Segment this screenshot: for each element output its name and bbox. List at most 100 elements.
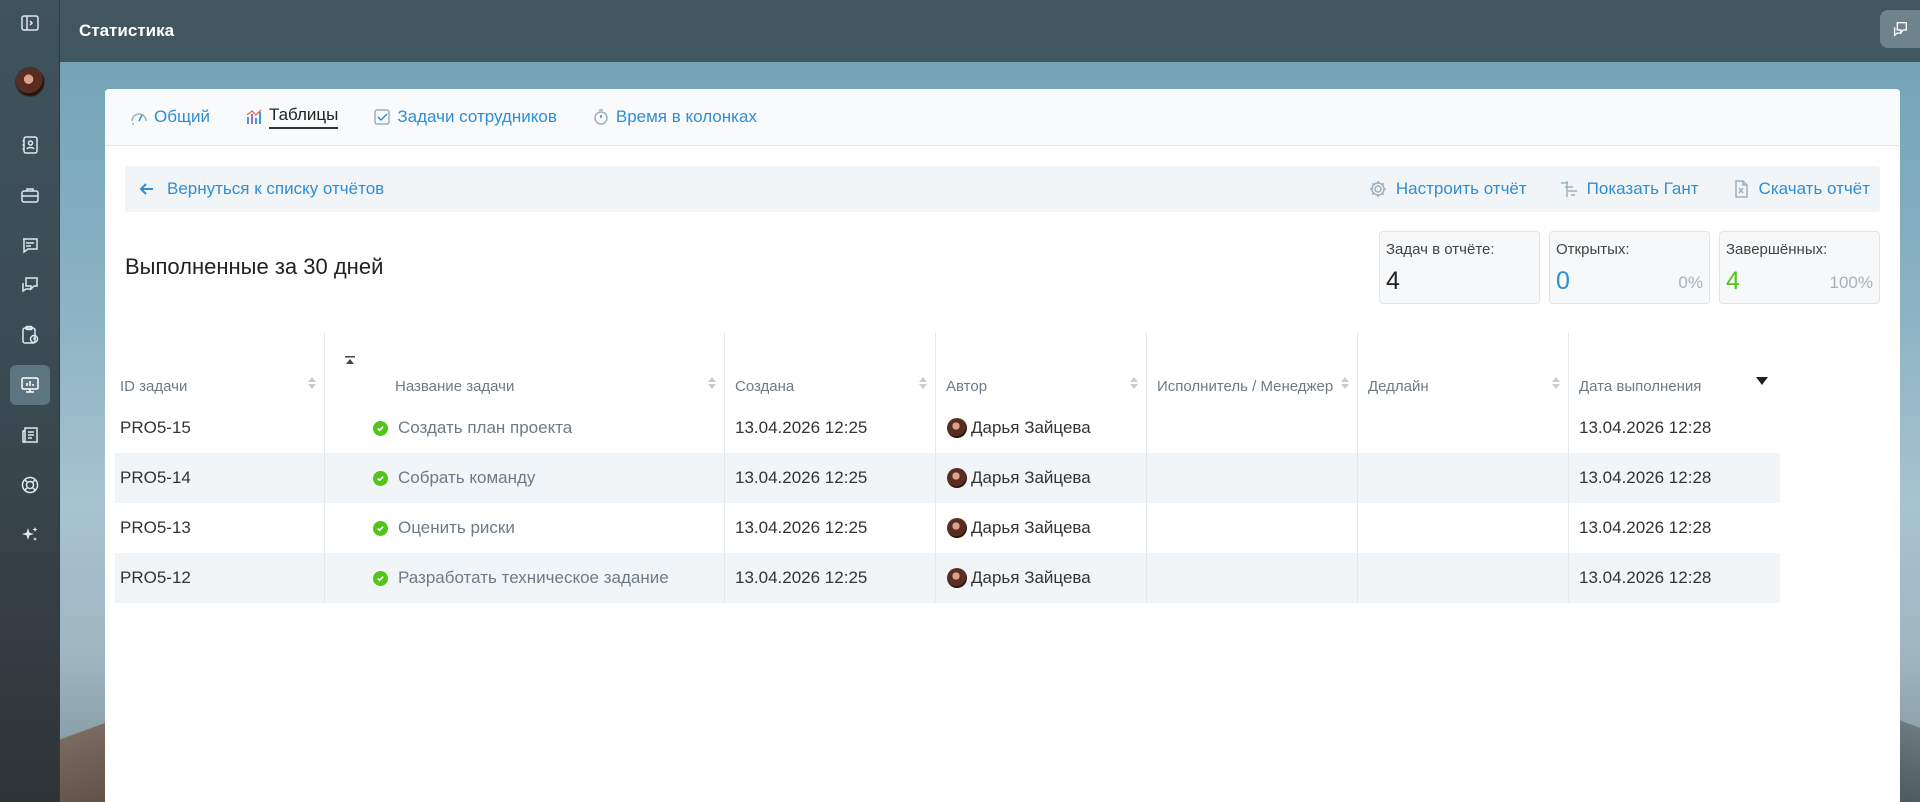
sort-icon xyxy=(1130,377,1138,389)
statistics-icon[interactable] xyxy=(10,365,50,405)
author-name: Дарья Зайцева xyxy=(971,418,1091,437)
stat-label: Открытых: xyxy=(1556,241,1630,258)
tab-time-in-columns[interactable]: Время в колонках xyxy=(591,89,757,146)
topbar: Статистика xyxy=(60,0,1920,62)
background-mountain xyxy=(1900,692,1920,802)
task-name-label[interactable]: Оценить риски xyxy=(398,518,515,538)
author-avatar xyxy=(947,468,967,488)
column-label: Название задачи xyxy=(395,378,515,395)
cell-task-name[interactable]: Собрать команду xyxy=(325,453,725,503)
tab-employee-tasks[interactable]: Задачи сотрудников xyxy=(372,89,557,146)
task-name-label[interactable]: Создать план проекта xyxy=(398,418,572,438)
author-name: Дарья Зайцева xyxy=(971,518,1091,537)
cell-created: 13.04.2026 12:25 xyxy=(725,403,936,453)
documents-icon[interactable] xyxy=(10,415,50,455)
cell-deadline xyxy=(1358,403,1569,453)
author-avatar xyxy=(947,418,967,438)
cell-done-date: 13.04.2026 12:28 xyxy=(1579,518,1712,537)
table-row[interactable]: PRO5-15 Создать план проекта 13.04.2026 … xyxy=(115,403,1780,453)
task-name-label[interactable]: Разработать техническое задание xyxy=(398,568,669,588)
cell-task-name[interactable]: Создать план проекта xyxy=(325,403,725,453)
cell-created: 13.04.2026 12:25 xyxy=(725,553,936,603)
task-schedule-icon[interactable] xyxy=(10,315,50,355)
back-to-reports-link[interactable]: Вернуться к списку отчётов xyxy=(137,179,384,199)
sort-icon xyxy=(708,377,716,389)
tab-general[interactable]: Общий xyxy=(129,89,210,146)
column-label: Дедлайн xyxy=(1368,378,1429,395)
report-title: Выполненные за 30 дней xyxy=(125,254,384,279)
completed-check-icon xyxy=(373,470,388,486)
column-label: Автор xyxy=(946,378,988,395)
stat-total: Задач в отчёте: 4 xyxy=(1379,231,1540,304)
configure-report-button[interactable]: Настроить отчёт xyxy=(1368,179,1527,199)
chat-toggle-button[interactable] xyxy=(1880,10,1920,48)
download-label: Скачать отчёт xyxy=(1758,179,1870,198)
cell-assignee xyxy=(1147,503,1358,553)
contacts-icon[interactable] xyxy=(10,125,50,165)
stat-open: Открытых: 0 0% xyxy=(1549,231,1710,304)
messages-icon[interactable] xyxy=(10,265,50,305)
column-header-assignee[interactable]: Исполнитель / Менеджер xyxy=(1147,333,1358,403)
cell-id: PRO5-14 xyxy=(115,453,325,503)
column-label: Создана xyxy=(735,378,795,395)
table-header: ID задачи Название задачи Создана Автор … xyxy=(115,333,1780,403)
completed-check-icon xyxy=(373,570,388,586)
cell-id: PRO5-15 xyxy=(115,403,325,453)
stat-percent: 0% xyxy=(1678,273,1703,292)
sort-icon xyxy=(919,377,927,389)
user-avatar[interactable] xyxy=(10,62,50,102)
report-toolbar: Вернуться к списку отчётов Настроить отч… xyxy=(125,166,1880,212)
gantt-label: Показать Гант xyxy=(1586,179,1699,198)
page-title: Статистика xyxy=(79,21,175,40)
support-icon[interactable] xyxy=(10,465,50,505)
cell-deadline xyxy=(1358,503,1569,553)
cell-assignee xyxy=(1147,453,1358,503)
stat-done: Завершённых: 4 100% xyxy=(1719,231,1880,304)
cell-task-name[interactable]: Оценить риски xyxy=(325,503,725,553)
sort-icon xyxy=(1341,377,1349,389)
table-row[interactable]: PRO5-14 Собрать команду 13.04.2026 12:25… xyxy=(115,453,1780,503)
show-gantt-button[interactable]: Показать Гант xyxy=(1559,179,1699,199)
column-header-created[interactable]: Создана xyxy=(725,333,936,403)
author-avatar xyxy=(947,518,967,538)
cell-done-date: 13.04.2026 12:28 xyxy=(1579,568,1712,587)
tab-label: Общий xyxy=(154,107,210,126)
stopwatch-icon xyxy=(594,109,608,125)
back-label: Вернуться к списку отчётов xyxy=(167,179,385,198)
stat-value: 0 xyxy=(1556,267,1570,295)
chat-icon[interactable] xyxy=(10,225,50,265)
task-name-label[interactable]: Собрать команду xyxy=(398,468,535,488)
gear-icon xyxy=(1369,181,1386,197)
configure-label: Настроить отчёт xyxy=(1395,179,1527,198)
report-stats: Задач в отчёте: 4 Открытых: 0 0% Завершё… xyxy=(1379,231,1880,304)
stat-value: 4 xyxy=(1726,267,1740,295)
arrow-left-icon xyxy=(139,183,153,195)
collapse-top-icon[interactable] xyxy=(344,355,356,367)
column-header-done-date[interactable]: Дата выполнения xyxy=(1569,333,1780,403)
cell-task-name[interactable]: Разработать техническое задание xyxy=(325,553,725,603)
column-header-id[interactable]: ID задачи xyxy=(115,333,325,403)
sparkle-ai-icon[interactable] xyxy=(10,515,50,555)
cell-id: PRO5-12 xyxy=(115,553,325,603)
briefcase-icon[interactable] xyxy=(10,175,50,215)
cell-created: 13.04.2026 12:25 xyxy=(725,503,936,553)
checkbox-icon xyxy=(374,109,391,125)
excel-file-icon xyxy=(1734,180,1748,198)
tab-label: Время в колонках xyxy=(615,107,757,126)
column-header-author[interactable]: Автор xyxy=(936,333,1147,403)
cell-done-date: 13.04.2026 12:28 xyxy=(1579,468,1712,487)
report-card: Общий Таблицы Задачи сотрудников Время в… xyxy=(105,89,1900,802)
toggle-sidebar-icon[interactable] xyxy=(10,3,50,43)
download-report-button[interactable]: Скачать отчёт xyxy=(1731,179,1870,199)
author-avatar xyxy=(947,568,967,588)
table-row[interactable]: PRO5-12 Разработать техническое задание … xyxy=(115,553,1780,603)
tab-tables[interactable]: Таблицы xyxy=(244,89,339,146)
completed-check-icon xyxy=(373,420,388,436)
column-header-deadline[interactable]: Дедлайн xyxy=(1358,333,1569,403)
column-header-name[interactable]: Название задачи xyxy=(325,333,725,403)
stat-label: Задач в отчёте: xyxy=(1386,241,1495,258)
cell-author: Дарья Зайцева xyxy=(936,453,1147,503)
table-row[interactable]: PRO5-13 Оценить риски 13.04.2026 12:25 Д… xyxy=(115,503,1780,553)
author-name: Дарья Зайцева xyxy=(971,568,1091,587)
cell-author: Дарья Зайцева xyxy=(936,403,1147,453)
